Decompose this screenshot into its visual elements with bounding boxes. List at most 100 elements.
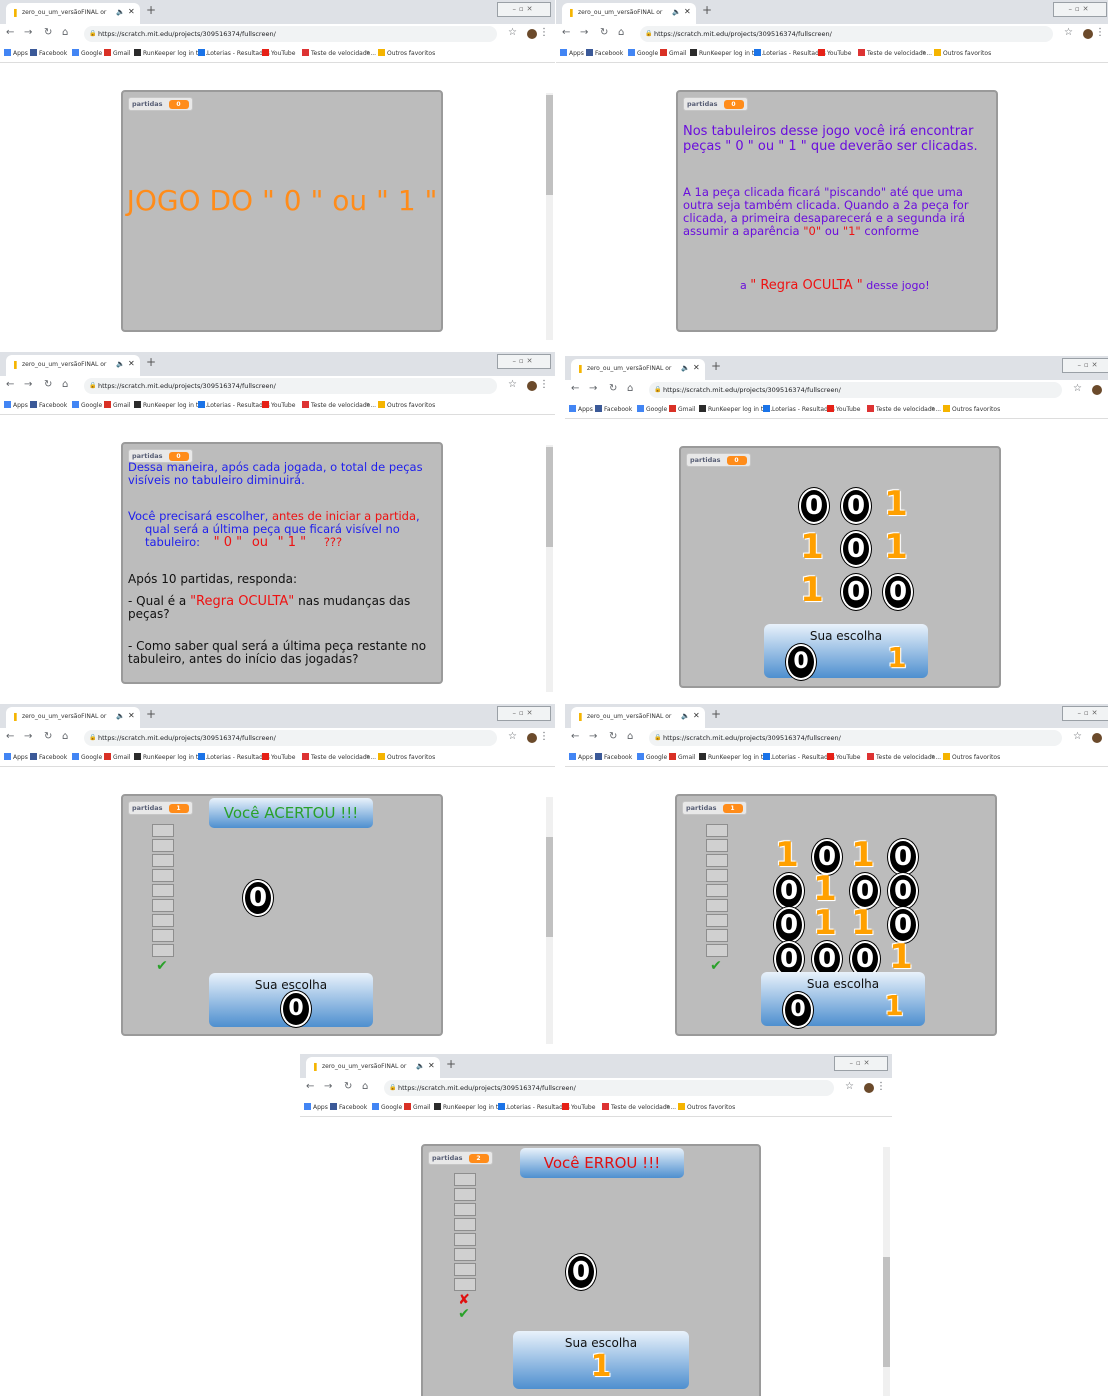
bookmark-item[interactable]: YouTube	[262, 753, 295, 761]
bookmark-item[interactable]: Loterias - Resultados	[198, 401, 270, 409]
close-tab-icon[interactable]: ✕	[128, 711, 135, 720]
bookmark-item[interactable]: Teste de velocidade...	[858, 49, 932, 57]
bookmark-item[interactable]: RunKeeper log in to...	[434, 1103, 507, 1111]
bookmark-item[interactable]: Outros favoritos	[934, 49, 991, 57]
bookmark-item[interactable]: Facebook	[30, 49, 67, 57]
url-input[interactable]: 🔒 https://scratch.mit.edu/projects/309516…	[649, 382, 1062, 398]
menu-icon[interactable]: ⋮	[539, 379, 549, 390]
stage-2[interactable]: partidas 0 Nos tabuleiros desse jogo você…	[676, 90, 998, 332]
green-flag-icon[interactable]	[423, 1122, 437, 1134]
bookmark-item[interactable]: Teste de velocidade...	[302, 753, 376, 761]
bookmark-item[interactable]: Gmail	[669, 405, 696, 413]
bookmark-item[interactable]: »	[922, 49, 926, 56]
bookmark-item[interactable]: Teste de velocidade...	[602, 1103, 676, 1111]
bookmark-item[interactable]: Google	[72, 753, 102, 761]
forward-icon[interactable]: →	[24, 27, 32, 38]
forward-icon[interactable]: →	[24, 731, 32, 742]
close-tab-icon[interactable]: ✕	[428, 1061, 435, 1070]
bookmark-item[interactable]: Apps	[569, 753, 593, 761]
stage-5[interactable]: partidas 1 Você ACERTOU !!! ✔ 0 Sua escol…	[121, 794, 443, 1036]
menu-icon[interactable]: ⋮	[1104, 731, 1108, 742]
green-flag-icon[interactable]	[123, 68, 137, 80]
choice-zero-button[interactable]: 0	[786, 644, 816, 680]
bookmark-item[interactable]: Loterias - Resultados	[754, 49, 826, 57]
forward-icon[interactable]: →	[580, 27, 588, 38]
page-scrollbar[interactable]	[546, 93, 553, 340]
home-icon[interactable]: ⌂	[62, 731, 68, 742]
board-piece[interactable]: 1	[812, 872, 838, 906]
bookmark-item[interactable]: Google	[372, 1103, 402, 1111]
forward-icon[interactable]: →	[24, 379, 32, 390]
bookmark-item[interactable]: Facebook	[595, 753, 632, 761]
bookmark-item[interactable]: Apps	[4, 753, 28, 761]
window-controls[interactable]: –▫✕	[1062, 706, 1108, 721]
close-tab-icon[interactable]: ✕	[684, 7, 691, 16]
choice-zero-button[interactable]: 0	[783, 992, 813, 1028]
bookmark-item[interactable]: Outros favoritos	[678, 1103, 735, 1111]
bookmark-item[interactable]: Facebook	[30, 401, 67, 409]
exit-fullscreen-icon[interactable]: ⤡	[980, 67, 995, 82]
stage-7[interactable]: partidas 2 Você ERROU !!! ✘ ✔ 0 Sua escol…	[421, 1144, 761, 1396]
back-icon[interactable]: ←	[6, 27, 14, 38]
stage-1[interactable]: partidas 0 JOGO DO " 0 " ou " 1 "	[121, 90, 443, 332]
back-icon[interactable]: ←	[571, 383, 579, 394]
home-icon[interactable]: ⌂	[62, 27, 68, 38]
bookmark-item[interactable]: Facebook	[586, 49, 623, 57]
home-icon[interactable]: ⌂	[62, 379, 68, 390]
bookmark-item[interactable]: Facebook	[595, 405, 632, 413]
browser-tab[interactable]: ❚ zero_ou_um_versãoFINAL or 🔈 ✕	[571, 359, 705, 380]
browser-tab[interactable]: ❚ zero_ou_um_versãoFINAL or 🔈 ✕	[6, 707, 140, 728]
bookmark-item[interactable]: Google	[72, 49, 102, 57]
page-scrollbar[interactable]	[546, 797, 553, 1044]
reload-icon[interactable]: ↻	[600, 27, 608, 38]
browser-tab[interactable]: ❚ zero_ou_um_versãoFINAL or 🔈 ✕	[306, 1057, 440, 1078]
bookmark-item[interactable]: Google	[628, 49, 658, 57]
bookmark-star-icon[interactable]: ☆	[508, 379, 517, 390]
back-icon[interactable]: ←	[6, 379, 14, 390]
board-piece[interactable]: 0	[841, 488, 871, 524]
bookmark-item[interactable]: RunKeeper log in to...	[134, 49, 207, 57]
bookmark-item[interactable]: Apps	[4, 49, 28, 57]
window-controls[interactable]: –▫✕	[1062, 358, 1108, 373]
bookmark-item[interactable]: Gmail	[660, 49, 687, 57]
bookmark-item[interactable]: RunKeeper log in to...	[699, 753, 772, 761]
browser-tab[interactable]: ❚ zero_ou_um_versãoFINAL or 🔈 ✕	[571, 707, 705, 728]
bookmark-item[interactable]: YouTube	[818, 49, 851, 57]
board-piece[interactable]: 1	[850, 838, 876, 872]
bookmark-item[interactable]: Outros favoritos	[378, 753, 435, 761]
board-piece[interactable]: 1	[883, 530, 909, 564]
url-input[interactable]: 🔒 https://scratch.mit.edu/projects/309516…	[84, 26, 497, 42]
exit-fullscreen-icon[interactable]: ⤡	[425, 771, 440, 786]
board-piece[interactable]: 1	[812, 906, 838, 940]
bookmark-item[interactable]: »	[366, 401, 370, 408]
bookmark-item[interactable]: Gmail	[669, 753, 696, 761]
exit-fullscreen-icon[interactable]: ⤡	[425, 67, 440, 82]
bookmark-item[interactable]: YouTube	[562, 1103, 595, 1111]
bookmark-item[interactable]: YouTube	[262, 401, 295, 409]
browser-tab[interactable]: ❚ zero_ou_um_versãoFINAL or 🔈 ✕	[6, 3, 140, 24]
board-piece[interactable]: 0	[883, 574, 913, 610]
board-piece[interactable]: 0	[841, 574, 871, 610]
board-piece[interactable]: 0	[799, 488, 829, 524]
board-piece[interactable]: 0	[888, 839, 918, 875]
url-input[interactable]: 🔒 https://scratch.mit.edu/projects/309516…	[649, 730, 1062, 746]
bookmark-item[interactable]: Google	[637, 405, 667, 413]
avatar[interactable]	[527, 381, 537, 391]
home-icon[interactable]: ⌂	[627, 731, 633, 742]
bookmark-item[interactable]: Outros favoritos	[378, 401, 435, 409]
back-icon[interactable]: ←	[6, 731, 14, 742]
menu-icon[interactable]: ⋮	[1095, 27, 1105, 38]
stop-icon[interactable]	[696, 69, 707, 80]
forward-icon[interactable]: →	[324, 1081, 332, 1092]
avatar[interactable]	[1083, 29, 1093, 39]
board-piece[interactable]: 1	[850, 906, 876, 940]
new-tab-button[interactable]: +	[146, 3, 156, 17]
reload-icon[interactable]: ↻	[44, 731, 52, 742]
window-controls[interactable]: –▫✕	[497, 2, 551, 17]
bookmark-star-icon[interactable]: ☆	[845, 1081, 854, 1092]
bookmark-item[interactable]: Google	[637, 753, 667, 761]
bookmark-item[interactable]: Gmail	[104, 753, 131, 761]
exit-fullscreen-icon[interactable]: ⤡	[983, 423, 998, 438]
stop-icon[interactable]	[141, 773, 152, 784]
reload-icon[interactable]: ↻	[44, 27, 52, 38]
